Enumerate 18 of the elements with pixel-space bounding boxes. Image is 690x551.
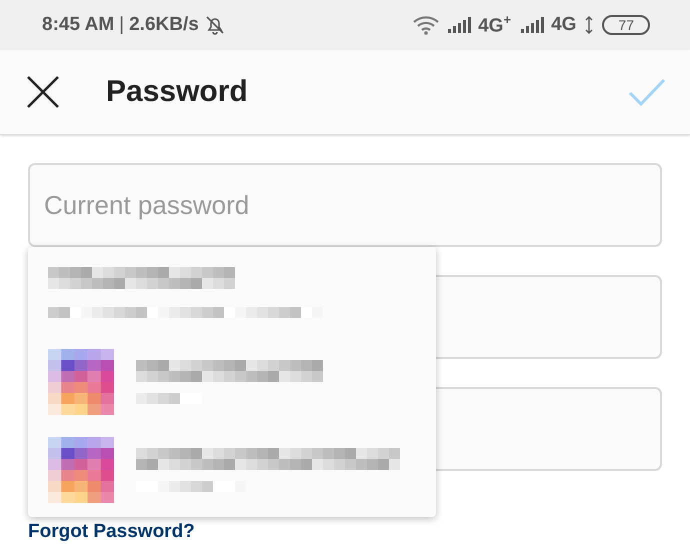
network-text: 4G [551, 14, 576, 36]
network-text: 4G$^{+}$ [478, 12, 512, 38]
app-icon [48, 437, 114, 503]
password-field[interactable]: Current password [28, 163, 662, 247]
signal-icon [520, 17, 546, 33]
close-icon[interactable] [26, 75, 60, 109]
data-arrows-icon [585, 16, 594, 34]
separator-text: | [119, 14, 124, 36]
signal-icon [447, 17, 474, 33]
app-icon [48, 349, 114, 415]
check-icon[interactable] [628, 78, 666, 106]
speed-text: 2.6KB/s [129, 14, 199, 36]
blurred-text-drawing[interactable] [136, 448, 401, 492]
muted-bell-icon [204, 14, 226, 36]
page-title: Password [106, 75, 248, 109]
forgot-password-link[interactable]: Forgot Password? [28, 521, 195, 543]
clock-text: 8:45 AM [42, 14, 114, 36]
battery-indicator: 77 [602, 15, 650, 35]
